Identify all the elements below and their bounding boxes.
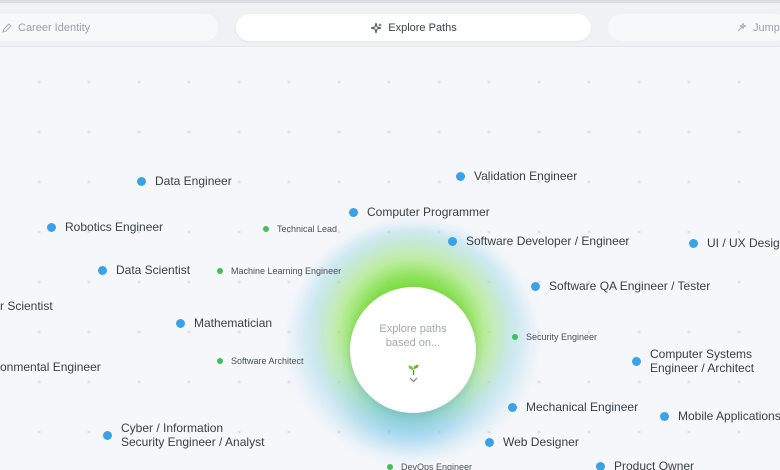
chevron-down-icon[interactable] [409, 377, 418, 383]
tab-label: Jump [753, 21, 780, 34]
career-node[interactable]: Data Scientist [98, 263, 190, 277]
career-node[interactable]: Validation Engineer [456, 169, 577, 183]
node-dot [349, 207, 358, 217]
node-label: r Scientist [0, 299, 53, 313]
career-node[interactable]: r Scientist [0, 299, 53, 313]
node-label-group: Computer Systems Engineer / Architect [650, 347, 754, 375]
career-node[interactable]: Mobile Applications [660, 409, 780, 423]
node-dot [689, 238, 698, 248]
node-label: Security Engineer / Analyst [121, 435, 265, 449]
node-dot [47, 222, 56, 232]
node-label: Computer Programmer [367, 205, 490, 219]
node-label: Mechanical Engineer [526, 400, 639, 414]
top-tab-bar: Career Identity Explore Paths Jump [0, 0, 780, 47]
tab-jump[interactable]: Jump [608, 14, 780, 41]
career-node[interactable]: Computer Systems Engineer / Architect [632, 347, 754, 375]
node-label: Security Engineer [526, 332, 598, 342]
node-dot [596, 461, 605, 470]
career-node[interactable]: Robotics Engineer [47, 220, 163, 234]
pen-icon [2, 22, 12, 33]
career-node[interactable]: Web Designer [485, 435, 579, 449]
career-node-minor[interactable]: Machine Learning Engineer [217, 266, 341, 276]
node-label: onmental Engineer [0, 360, 101, 374]
sparkle-small-icon [737, 22, 747, 32]
sprout-icon [408, 364, 418, 375]
node-label: Product Owner [614, 459, 695, 470]
career-node[interactable]: Software Developer / Engineer [448, 234, 629, 248]
node-dot [387, 464, 393, 470]
node-label: Data Engineer [155, 174, 232, 188]
career-node[interactable]: onmental Engineer [0, 360, 101, 374]
career-node[interactable]: Software QA Engineer / Tester [531, 279, 710, 293]
career-node-minor[interactable]: Technical Lead [263, 224, 337, 234]
career-node[interactable]: Mechanical Engineer [508, 400, 638, 414]
sparkle-icon [371, 22, 383, 33]
career-node-minor[interactable]: Security Engineer [512, 332, 597, 342]
career-node[interactable]: Cyber / Information Security Engineer / A… [103, 421, 264, 449]
node-label: Data Scientist [116, 263, 191, 277]
node-dot [263, 226, 269, 232]
node-label: Mobile Applications [678, 409, 780, 423]
career-node[interactable]: Data Engineer [137, 174, 232, 188]
node-label: Software Developer / Engineer [466, 234, 630, 248]
node-dot [456, 171, 465, 181]
node-dot [217, 358, 223, 364]
node-dot [98, 265, 107, 275]
tab-label: Explore Paths [388, 21, 457, 34]
node-dot [137, 176, 146, 186]
node-label: Web Designer [503, 435, 579, 449]
career-node-minor[interactable]: DevOps Engineer [387, 462, 472, 470]
node-dot [531, 281, 540, 291]
node-dot [448, 236, 457, 246]
node-dot [485, 437, 494, 447]
node-label: UI / UX Design [707, 236, 780, 250]
tab-explore-paths[interactable]: Explore Paths [236, 14, 591, 41]
career-node[interactable]: UI / UX Design [689, 236, 780, 250]
node-label: Software QA Engineer / Tester [549, 279, 711, 293]
node-label-group: Cyber / Information Security Engineer / A… [121, 421, 264, 449]
explore-prompt-text: Explore paths based on... [379, 323, 447, 349]
node-dot [660, 411, 669, 421]
career-node-minor[interactable]: Software Architect [217, 356, 304, 366]
node-label: Robotics Engineer [65, 220, 164, 234]
node-label: Validation Engineer [474, 169, 578, 183]
node-label: Engineer / Architect [650, 361, 755, 375]
node-label: Technical Lead [277, 224, 338, 234]
node-label: Cyber / Information [121, 421, 224, 435]
node-label: Software Architect [231, 356, 304, 366]
career-node[interactable]: Product Owner [596, 459, 694, 470]
explore-paths-selector[interactable]: Explore paths based on... [350, 287, 476, 413]
node-label: DevOps Engineer [401, 462, 473, 470]
node-dot [632, 356, 641, 366]
node-label: Machine Learning Engineer [231, 266, 342, 276]
node-dot [512, 334, 518, 340]
node-label: Computer Systems [650, 347, 753, 361]
node-dot [103, 430, 112, 440]
node-label: Mathematician [194, 316, 273, 330]
node-dot [176, 318, 185, 328]
career-node[interactable]: Computer Programmer [349, 205, 490, 219]
node-dot [508, 402, 517, 412]
node-dot [217, 268, 223, 274]
career-node[interactable]: Mathematician [176, 316, 272, 330]
tab-career-identity[interactable]: Career Identity [0, 14, 218, 41]
tab-label: Career Identity [18, 21, 91, 34]
